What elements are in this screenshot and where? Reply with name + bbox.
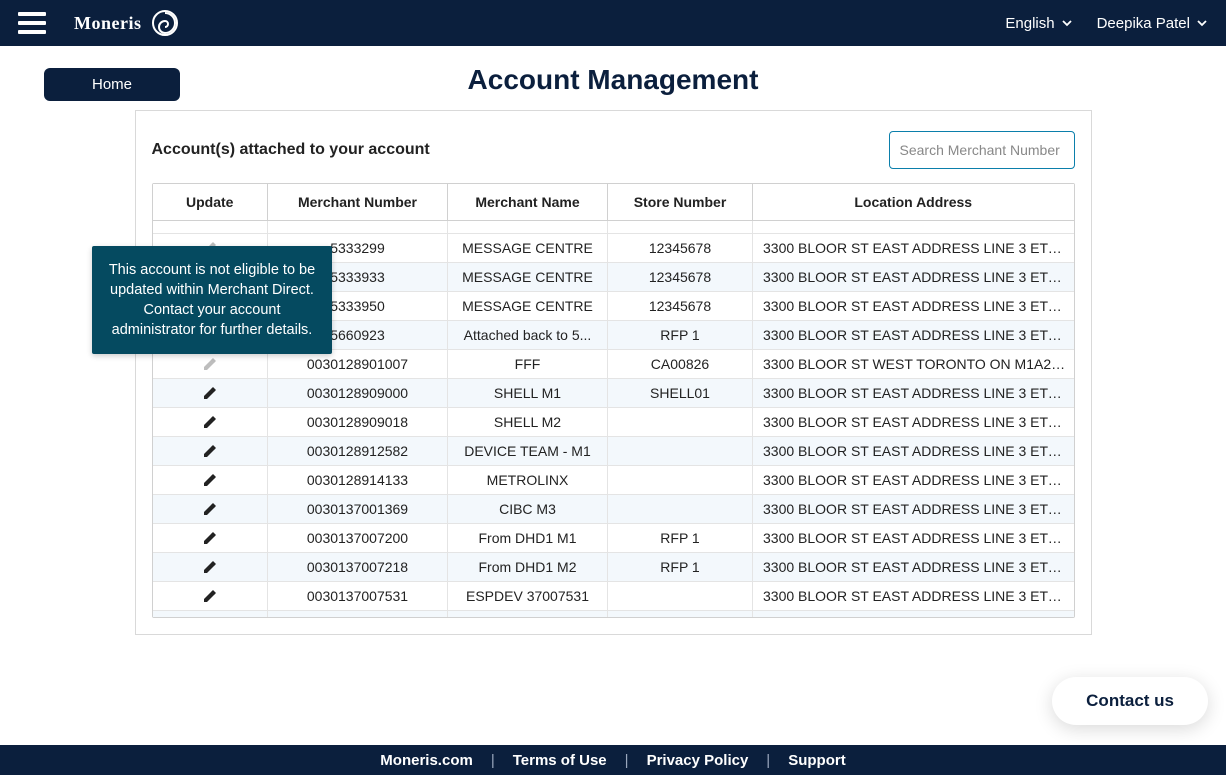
store-number-cell: 12345678	[608, 262, 753, 291]
merchant-name-cell: Attached back to 5...	[448, 320, 608, 349]
user-name: Deepika Patel	[1097, 15, 1190, 32]
merchant-number-cell: 0030137007531	[268, 581, 448, 610]
page-title: Account Management	[0, 64, 1226, 96]
card-title: Account(s) attached to your account	[152, 141, 430, 159]
col-update[interactable]: Update	[153, 184, 268, 221]
edit-icon	[202, 355, 218, 371]
chevron-down-icon	[1196, 17, 1208, 29]
col-merchant-number[interactable]: Merchant Number	[268, 184, 448, 221]
table-row	[153, 221, 1074, 233]
top-header: Moneris English Deepika Patel	[0, 0, 1226, 46]
contact-us-button[interactable]: Contact us	[1052, 677, 1208, 725]
merchant-number-cell: 0030137007200	[268, 523, 448, 552]
store-number-cell: RFP 1	[608, 552, 753, 581]
table-row: 0030128912582DEVICE TEAM - M1 3300 BLOOR …	[153, 436, 1074, 465]
location-address-cell: 3300 BLOOR ST EAST ADDRESS LINE 3 ETOBIC…	[753, 407, 1074, 436]
table-row: 0030128909018SHELL M2 3300 BLOOR ST EAST …	[153, 407, 1074, 436]
edit-icon[interactable]	[202, 413, 218, 429]
location-address-cell: 3300 BLOOR ST EAST ADDRESS LINE 3 ETOBIC…	[753, 610, 1074, 617]
location-address-cell: 3300 BLOOR ST EAST ADDRESS LINE 3 ETOBIC…	[753, 262, 1074, 291]
merchant-name-cell: From DHD1 M1	[448, 523, 608, 552]
merchant-name-cell: MESSAGE CENTRE	[448, 262, 608, 291]
merchant-name-cell: SHELL M2	[448, 407, 608, 436]
merchant-number-cell: 0030128909018	[268, 407, 448, 436]
merchant-name-cell: MESSAGE CENTRE	[448, 291, 608, 320]
location-address-cell: 3300 BLOOR ST EAST ADDRESS LINE 3 ETOBIC…	[753, 233, 1074, 262]
store-number-cell	[608, 465, 753, 494]
merchant-name-cell: MESSAGE CENTRE	[448, 233, 608, 262]
brand-swirl-icon	[147, 8, 183, 38]
merchant-name-cell: SHELL M1	[448, 378, 608, 407]
chevron-down-icon	[1061, 17, 1073, 29]
accounts-card: Account(s) attached to your account Upda…	[135, 110, 1092, 635]
location-address-cell: 3300 BLOOR ST EAST ADDRESS LINE 3 ETOBIC…	[753, 378, 1074, 407]
merchant-number-cell: 0030128909000	[268, 378, 448, 407]
store-number-cell	[608, 581, 753, 610]
merchant-name-cell: ESPDEV 37007531	[448, 581, 608, 610]
brand-name: Moneris	[74, 13, 141, 34]
store-number-cell: RFP 1	[608, 320, 753, 349]
merchant-number-cell: 0030137001369	[268, 494, 448, 523]
store-number-cell	[608, 494, 753, 523]
edit-icon[interactable]	[202, 558, 218, 574]
col-location-address[interactable]: Location Address	[753, 184, 1074, 221]
table-row: 0030128909000SHELL M1SHELL013300 BLOOR S…	[153, 378, 1074, 407]
location-address-cell: 3300 BLOOR ST EAST ADDRESS LINE 3 ETOBIC…	[753, 291, 1074, 320]
footer: Moneris.com | Terms of Use | Privacy Pol…	[0, 745, 1226, 775]
brand-logo[interactable]: Moneris	[74, 8, 183, 38]
user-menu[interactable]: Deepika Patel	[1097, 15, 1208, 32]
merchant-name-cell: DEVICE TEAM - M1	[448, 436, 608, 465]
table-row: 0030137007531ESPDEV 37007531 3300 BLOOR S…	[153, 581, 1074, 610]
edit-icon[interactable]	[202, 529, 218, 545]
location-address-cell: 3300 BLOOR ST EAST ADDRESS LINE 3 ETOBIC…	[753, 552, 1074, 581]
store-number-cell: CA00826	[608, 349, 753, 378]
merchant-number-cell: 0030128914133	[268, 465, 448, 494]
footer-link[interactable]: Privacy Policy	[629, 752, 767, 769]
edit-icon[interactable]	[202, 587, 218, 603]
merchant-name-cell: From DHD1 M2	[448, 552, 608, 581]
table-row: 0030137008331From DHD1 M4RFP 13300 BLOOR…	[153, 610, 1074, 617]
col-store-number[interactable]: Store Number	[608, 184, 753, 221]
store-number-cell: 12345678	[608, 291, 753, 320]
location-address-cell: 3300 BLOOR ST EAST ADDRESS LINE 3 ETOBIC…	[753, 320, 1074, 349]
language-label: English	[1005, 15, 1054, 32]
table-row: 0030128914133METROLINX 3300 BLOOR ST EAST…	[153, 465, 1074, 494]
merchant-name-cell: METROLINX	[448, 465, 608, 494]
location-address-cell: 3300 BLOOR ST EAST ADDRESS LINE 3 ETOBIC…	[753, 465, 1074, 494]
table-row: 0030137001369CIBC M3 3300 BLOOR ST EAST A…	[153, 494, 1074, 523]
store-number-cell	[608, 436, 753, 465]
merchant-number-cell: 0030137008331	[268, 610, 448, 617]
table-row: 0030137007200From DHD1 M1RFP 13300 BLOOR…	[153, 523, 1074, 552]
merchant-name-cell: FFF	[448, 349, 608, 378]
store-number-cell: RFP 1	[608, 523, 753, 552]
table-row: 0030137007218From DHD1 M2RFP 13300 BLOOR…	[153, 552, 1074, 581]
footer-link[interactable]: Terms of Use	[495, 752, 625, 769]
ineligible-tooltip: This account is not eligible to be updat…	[92, 246, 332, 354]
edit-icon[interactable]	[202, 471, 218, 487]
location-address-cell: 3300 BLOOR ST EAST ADDRESS LINE 3 ETOBIC…	[753, 436, 1074, 465]
store-number-cell: 12345678	[608, 233, 753, 262]
home-button[interactable]: Home	[44, 68, 180, 101]
search-input[interactable]	[889, 131, 1075, 169]
footer-link[interactable]: Support	[770, 752, 864, 769]
col-merchant-name[interactable]: Merchant Name	[448, 184, 608, 221]
merchant-number-cell: 0030128912582	[268, 436, 448, 465]
edit-icon[interactable]	[202, 442, 218, 458]
location-address-cell: 3300 BLOOR ST EAST ADDRESS LINE 3 ETOBIC…	[753, 581, 1074, 610]
store-number-cell: RFP 1	[608, 610, 753, 617]
location-address-cell: 3300 BLOOR ST EAST ADDRESS LINE 3 ETOBIC…	[753, 523, 1074, 552]
store-number-cell: SHELL01	[608, 378, 753, 407]
language-selector[interactable]: English	[1005, 15, 1072, 32]
edit-icon[interactable]	[202, 384, 218, 400]
store-number-cell	[608, 407, 753, 436]
location-address-cell: 3300 BLOOR ST EAST ADDRESS LINE 3 ETOBIC…	[753, 494, 1074, 523]
edit-icon[interactable]	[202, 616, 218, 617]
hamburger-menu-icon[interactable]	[18, 12, 46, 34]
merchant-name-cell: From DHD1 M4	[448, 610, 608, 617]
merchant-name-cell: CIBC M3	[448, 494, 608, 523]
footer-link[interactable]: Moneris.com	[362, 752, 491, 769]
merchant-number-cell: 0030137007218	[268, 552, 448, 581]
edit-icon[interactable]	[202, 500, 218, 516]
location-address-cell: 3300 BLOOR ST WEST TORONTO ON M1A2B3 ...	[753, 349, 1074, 378]
